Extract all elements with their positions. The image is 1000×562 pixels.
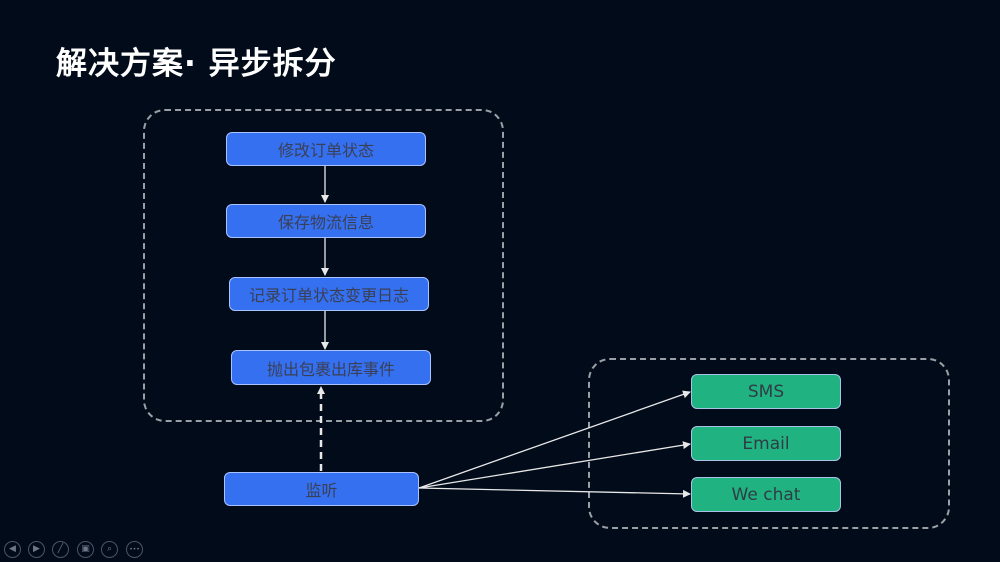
channel-sms[interactable]: SMS [691,374,841,409]
channel-label: SMS [747,381,785,402]
slides-icon: ▣ [81,544,90,554]
arrow-listener-wechat [418,487,691,498]
slide-overview-button[interactable]: ▣ [77,541,94,558]
pen-icon: ╱ [57,544,64,554]
connectors [317,166,691,498]
listener-node[interactable]: 监听 [224,472,419,506]
step-emit-package-event[interactable]: 抛出包裹出库事件 [231,350,431,385]
zoom-icon: ⌕ [106,544,113,554]
arrow-listener-sms [418,390,691,489]
step-update-order-status[interactable]: 修改订单状态 [226,132,426,166]
listener-label: 监听 [305,481,338,500]
step-save-logistics[interactable]: 保存物流信息 [226,204,426,238]
channel-email[interactable]: Email [691,426,841,461]
prev-slide-button[interactable]: ◀ [4,541,21,558]
channel-wechat[interactable]: We chat [691,477,841,512]
prev-icon: ◀ [9,544,16,554]
step-label: 修改订单状态 [277,141,374,160]
step-label: 抛出包裹出库事件 [266,359,395,379]
channel-label: We chat [731,484,801,505]
step-log-status-change[interactable]: 记录订单状态变更日志 [229,277,429,311]
pen-tool-button[interactable]: ╱ [52,541,69,558]
next-icon: ▶ [33,544,40,554]
arrow-listener-email [418,441,691,489]
next-slide-button[interactable]: ▶ [28,541,45,558]
step-label: 保存物流信息 [277,213,374,232]
more-icon: ••• [129,545,140,553]
channel-label: Email [742,433,790,454]
more-options-button[interactable]: ••• [126,541,143,558]
zoom-button[interactable]: ⌕ [101,541,118,558]
step-label: 记录订单状态变更日志 [248,286,409,305]
